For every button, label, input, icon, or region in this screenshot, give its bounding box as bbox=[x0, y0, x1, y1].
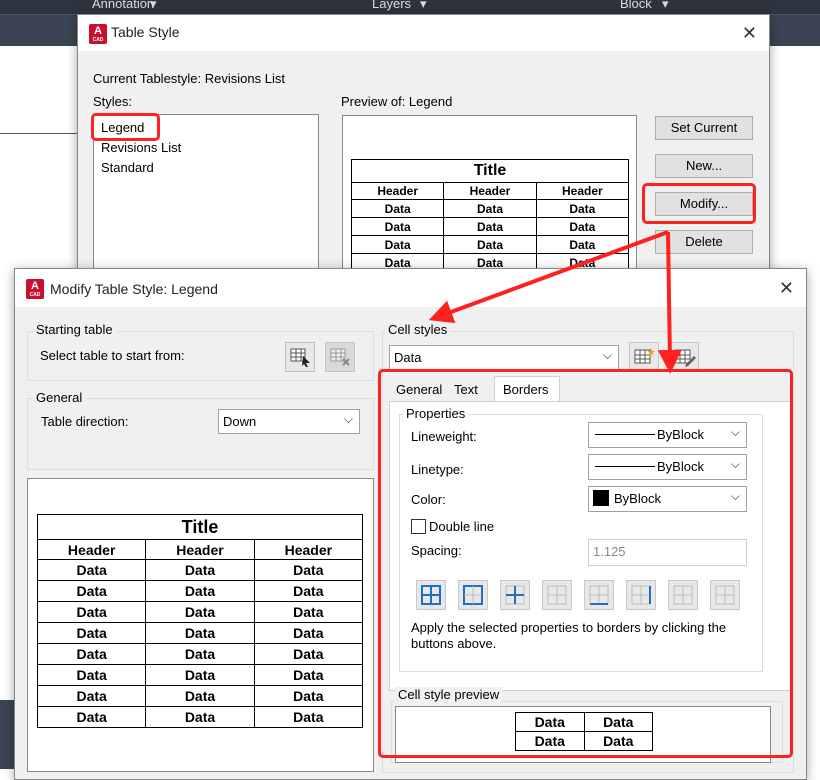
arrow-to-cell-styles bbox=[428, 230, 669, 324]
arrow-to-borders bbox=[657, 231, 682, 374]
annotation-arrows bbox=[428, 230, 682, 374]
